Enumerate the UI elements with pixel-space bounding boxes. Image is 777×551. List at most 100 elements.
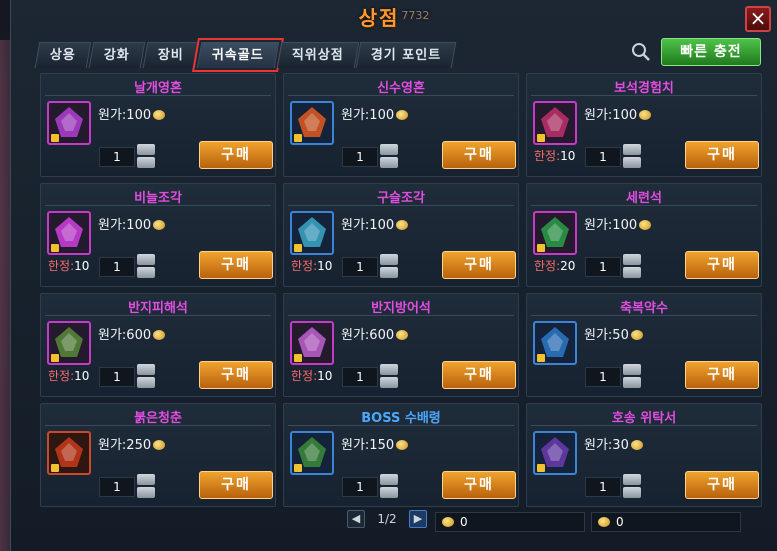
quantity-stepper[interactable]	[380, 474, 398, 498]
item-price: 원가:150	[341, 434, 409, 453]
increment-arrow-icon[interactable]	[623, 144, 641, 155]
lock-icon	[51, 354, 59, 362]
quantity-field[interactable]: 1	[585, 257, 621, 277]
tab-5[interactable]: 경기 포인트	[356, 42, 458, 68]
quantity-field[interactable]: 1	[342, 367, 378, 387]
quantity-stepper[interactable]	[380, 144, 398, 168]
item-card: 붉은청춘 원가:250 1 구매	[40, 403, 276, 507]
increment-arrow-icon[interactable]	[380, 364, 398, 375]
increment-arrow-icon[interactable]	[380, 474, 398, 485]
quantity-field[interactable]: 1	[99, 257, 135, 277]
quantity-stepper[interactable]	[137, 364, 155, 388]
buy-button[interactable]: 구매	[685, 361, 759, 389]
increment-arrow-icon[interactable]	[137, 254, 155, 265]
increment-arrow-icon[interactable]	[623, 474, 641, 485]
item-icon-slot[interactable]	[47, 321, 91, 365]
item-icon-slot[interactable]	[47, 431, 91, 475]
buy-button[interactable]: 구매	[199, 251, 273, 279]
quantity-field[interactable]: 1	[342, 147, 378, 167]
item-name: 호송 위탁서	[611, 411, 677, 426]
tab-1[interactable]: 강화	[88, 42, 146, 68]
quantity-field[interactable]: 1	[342, 257, 378, 277]
buy-button[interactable]: 구매	[442, 251, 516, 279]
increment-arrow-icon[interactable]	[137, 474, 155, 485]
quantity-field[interactable]: 1	[99, 147, 135, 167]
item-name: 붉은청춘	[134, 411, 182, 426]
buy-button[interactable]: 구매	[685, 251, 759, 279]
decrement-arrow-icon[interactable]	[137, 377, 155, 388]
tab-3[interactable]: 귀속골드	[192, 38, 284, 72]
search-icon[interactable]	[631, 42, 651, 62]
quantity-field[interactable]: 1	[342, 477, 378, 497]
item-card: 반지방어석 원가:600 한정:10 1 구매	[283, 293, 519, 397]
item-grid: 날개영혼 원가:100 1 구매 신수영혼 원가:100 1 구매 보석경험치 …	[40, 73, 763, 507]
recharge-button[interactable]: 빠른 충전	[661, 38, 761, 66]
decrement-arrow-icon[interactable]	[137, 157, 155, 168]
buy-button[interactable]: 구매	[199, 361, 273, 389]
increment-arrow-icon[interactable]	[380, 144, 398, 155]
quantity-stepper[interactable]	[623, 144, 641, 168]
item-icon-slot[interactable]	[47, 101, 91, 145]
increment-arrow-icon[interactable]	[623, 364, 641, 375]
quantity-field[interactable]: 1	[99, 477, 135, 497]
limit-value: 10	[560, 149, 576, 163]
decrement-arrow-icon[interactable]	[623, 377, 641, 388]
tab-2[interactable]: 장비	[142, 42, 200, 68]
lock-icon	[294, 464, 302, 472]
tab-0[interactable]: 상용	[34, 42, 92, 68]
item-icon-slot[interactable]	[290, 321, 334, 365]
item-icon-slot[interactable]	[290, 431, 334, 475]
item-icon-slot[interactable]	[290, 101, 334, 145]
decrement-arrow-icon[interactable]	[380, 157, 398, 168]
quantity-stepper[interactable]	[623, 364, 641, 388]
quantity-stepper[interactable]	[137, 144, 155, 168]
quantity-stepper[interactable]	[137, 474, 155, 498]
increment-arrow-icon[interactable]	[380, 254, 398, 265]
decrement-arrow-icon[interactable]	[380, 487, 398, 498]
quantity-stepper[interactable]	[137, 254, 155, 278]
item-icon-slot[interactable]	[290, 211, 334, 255]
close-button[interactable]: ×	[745, 6, 771, 32]
item-icon-slot[interactable]	[533, 321, 577, 365]
decrement-arrow-icon[interactable]	[380, 267, 398, 278]
increment-arrow-icon[interactable]	[137, 364, 155, 375]
lock-icon	[294, 134, 302, 142]
decrement-arrow-icon[interactable]	[623, 487, 641, 498]
quantity-stepper[interactable]	[380, 254, 398, 278]
quantity-field[interactable]: 1	[585, 477, 621, 497]
decrement-arrow-icon[interactable]	[137, 487, 155, 498]
buy-button[interactable]: 구매	[685, 141, 759, 169]
item-name: 구슬조각	[377, 191, 425, 206]
item-icon-slot[interactable]	[533, 211, 577, 255]
quantity-field[interactable]: 1	[585, 367, 621, 387]
divider	[288, 425, 514, 426]
quantity-stepper[interactable]	[380, 364, 398, 388]
buy-button[interactable]: 구매	[442, 361, 516, 389]
item-price-text: 원가:100	[341, 218, 395, 233]
buy-button[interactable]: 구매	[442, 141, 516, 169]
quantity-stepper[interactable]	[623, 254, 641, 278]
quantity-field[interactable]: 1	[585, 147, 621, 167]
increment-arrow-icon[interactable]	[623, 254, 641, 265]
divider	[45, 425, 271, 426]
quantity-field[interactable]: 1	[99, 367, 135, 387]
tab-4[interactable]: 직위상점	[276, 42, 359, 68]
buy-button[interactable]: 구매	[199, 471, 273, 499]
decrement-arrow-icon[interactable]	[623, 157, 641, 168]
divider	[45, 315, 271, 316]
next-page-button[interactable]: ▶	[409, 510, 427, 528]
item-icon-slot[interactable]	[533, 101, 577, 145]
gold-coin-icon	[153, 220, 166, 230]
prev-page-button[interactable]: ◀	[347, 510, 365, 528]
quantity-stepper[interactable]	[623, 474, 641, 498]
decrement-arrow-icon[interactable]	[623, 267, 641, 278]
buy-button[interactable]: 구매	[442, 471, 516, 499]
decrement-arrow-icon[interactable]	[380, 377, 398, 388]
item-icon-slot[interactable]	[533, 431, 577, 475]
item-icon-slot[interactable]	[47, 211, 91, 255]
decrement-arrow-icon[interactable]	[137, 267, 155, 278]
item-price: 원가:600	[341, 324, 409, 343]
buy-button[interactable]: 구매	[685, 471, 759, 499]
increment-arrow-icon[interactable]	[137, 144, 155, 155]
buy-button[interactable]: 구매	[199, 141, 273, 169]
